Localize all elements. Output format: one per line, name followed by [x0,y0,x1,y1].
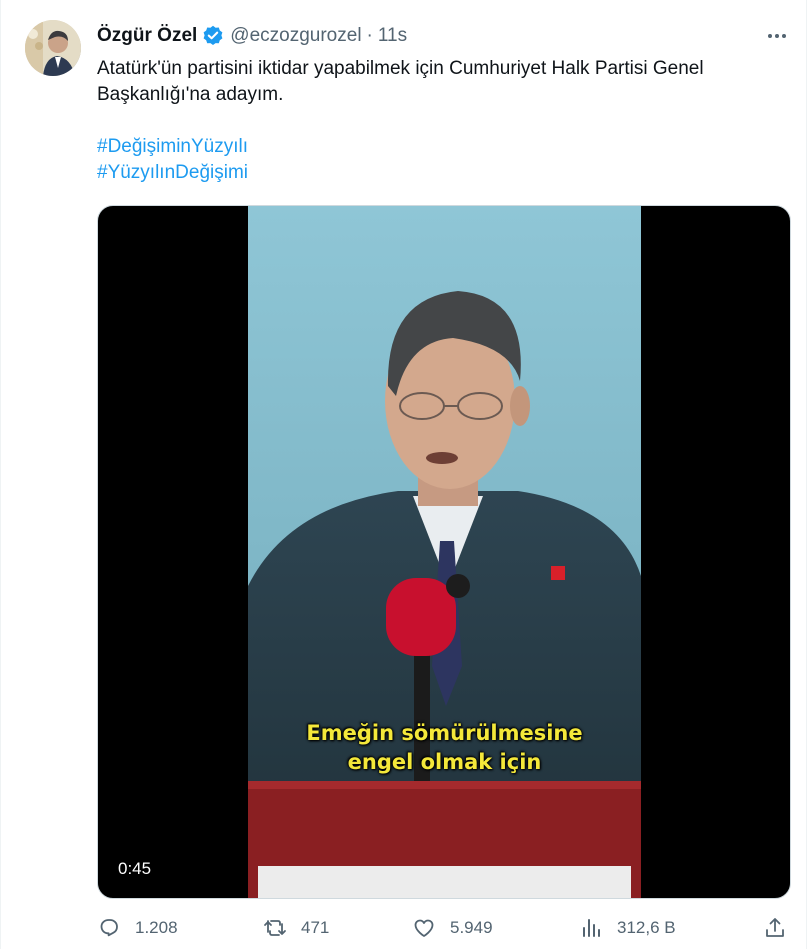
tweet-actions: 1.208 471 5.949 312,6 B [97,912,791,944]
hashtag-link[interactable]: #DeğişiminYüzyılı [97,134,248,160]
reply-count: 1.208 [135,918,178,937]
author-handle[interactable]: @eczozgurozel [230,25,361,47]
video-duration: 0:45 [112,858,158,880]
heart-icon [414,919,434,937]
reply-icon [100,919,118,937]
video-still-image [248,206,641,898]
verified-badge-icon [202,25,224,47]
tweet-header: Özgür Özel @eczozgurozel · 11s [97,24,407,48]
tweet-timestamp[interactable]: 11s [378,25,407,47]
views-chart-icon [583,919,600,937]
share-icon [766,918,784,937]
retweet-icon [264,920,286,936]
views-button[interactable]: 312,6 B [579,912,676,944]
like-count: 5.949 [450,918,493,937]
share-button[interactable] [763,912,787,944]
tweet-text: Atatürk'ün partisini iktidar yapabilmek … [97,58,709,105]
more-options-button[interactable] [763,24,791,48]
retweet-count: 471 [301,918,330,937]
video-caption-line: Emeğin sömürülmesine [306,721,583,745]
like-button[interactable]: 5.949 [412,912,493,944]
more-horizontal-icon [768,34,786,38]
author-name[interactable]: Özgür Özel [97,25,197,47]
retweet-button[interactable]: 471 [263,912,329,944]
views-count: 312,6 B [617,918,676,937]
video-player[interactable]: Emeğin sömürülmesine engel olmak için 0:… [97,205,791,899]
hashtag-link[interactable]: #YüzyılınDeğişimi [97,160,248,186]
video-caption-line: engel olmak için [347,750,542,774]
video-frame: Emeğin sömürülmesine engel olmak için [248,206,641,898]
author-avatar[interactable] [25,20,81,76]
avatar-photo-icon [25,20,81,76]
reply-button[interactable]: 1.208 [97,912,178,944]
separator-dot: · [366,25,373,46]
tweet-card[interactable]: Özgür Özel @eczozgurozel · 11s Atatürk'ü… [0,0,807,949]
